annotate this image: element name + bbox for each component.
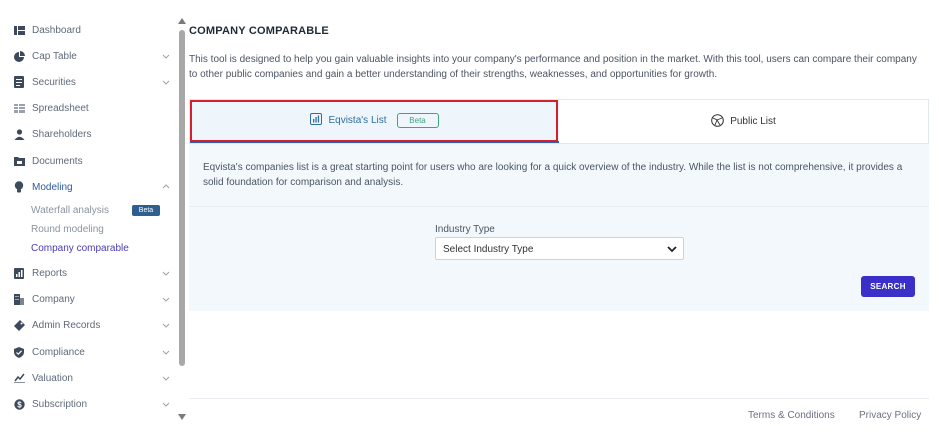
chevron-down-icon: [162, 54, 170, 59]
sidebar-item-label: Securities: [32, 76, 76, 88]
globe-icon: [711, 113, 725, 130]
svg-text:$: $: [17, 400, 22, 409]
scroll-up-arrow-icon[interactable]: [178, 18, 186, 26]
chevron-down-icon: [162, 80, 170, 85]
sidebar-item-label: Spreadsheet: [32, 102, 89, 114]
sidebar-item-label: Reports: [32, 267, 68, 279]
chevron-down-icon: [162, 402, 170, 407]
admin-records-icon: [12, 318, 26, 332]
sidebar-item-spreadsheet[interactable]: Spreadsheet: [0, 97, 178, 119]
sidebar-scrollbar[interactable]: [178, 18, 186, 424]
reports-icon: [12, 266, 26, 280]
tab-public-list[interactable]: Public List: [559, 100, 928, 143]
divider: [189, 206, 929, 207]
valuation-icon: [12, 371, 26, 385]
sidebar-item-securities[interactable]: Securities: [0, 71, 178, 93]
dashboard-icon: [12, 23, 26, 37]
beta-badge: Beta: [396, 113, 439, 128]
user-icon: [12, 127, 26, 141]
sidebar-item-label: Shareholders: [32, 128, 92, 140]
shield-check-icon: [12, 345, 26, 359]
sidebar: Dashboard Cap Table Securities Spreadshe…: [0, 0, 178, 433]
sidebar-item-label: Compliance: [32, 346, 85, 358]
sidebar-item-company[interactable]: Company: [0, 288, 178, 310]
scroll-down-arrow-icon[interactable]: [178, 414, 186, 422]
list-tabs: Eqvista's List Beta Public List: [189, 99, 929, 144]
chevron-down-icon: [162, 297, 170, 302]
sidebar-item-documents[interactable]: Documents: [0, 150, 178, 172]
eqvista-list-panel: Eqvista's companies list is a great star…: [189, 144, 929, 311]
beta-badge: Beta: [132, 205, 160, 216]
intro-text: This tool is designed to help you gain v…: [189, 54, 917, 80]
pie-chart-icon: [12, 49, 26, 63]
tab-label: Public List: [730, 116, 776, 127]
sidebar-item-dashboard[interactable]: Dashboard: [0, 19, 178, 41]
sidebar-subitem-waterfall-analysis[interactable]: Waterfall analysis: [31, 205, 109, 216]
sidebar-item-label: Dashboard: [32, 24, 81, 36]
documents-icon: [12, 154, 26, 168]
lightbulb-icon: [12, 180, 26, 194]
sidebar-item-modeling[interactable]: Modeling: [0, 176, 178, 198]
tab-eqvistas-list[interactable]: Eqvista's List Beta: [190, 100, 559, 143]
select-value: Select Industry Type: [443, 244, 534, 255]
sidebar-item-label: Cap Table: [32, 50, 77, 62]
securities-icon: [12, 75, 26, 89]
sidebar-item-label: Admin Records: [32, 319, 101, 331]
sidebar-subitem-company-comparable[interactable]: Company comparable: [31, 243, 129, 254]
chevron-down-icon: [162, 350, 170, 355]
privacy-link[interactable]: Privacy Policy: [859, 410, 921, 421]
bar-chart-icon: [310, 113, 323, 128]
building-icon: [12, 292, 26, 306]
sidebar-item-cap-table[interactable]: Cap Table: [0, 45, 178, 67]
chevron-down-icon: [162, 271, 170, 276]
sidebar-item-label: Valuation: [32, 372, 73, 384]
spreadsheet-icon: [12, 101, 26, 115]
industry-type-select[interactable]: Select Industry Type: [435, 237, 684, 260]
terms-link[interactable]: Terms & Conditions: [748, 410, 835, 421]
scrollbar-thumb[interactable]: [179, 30, 185, 366]
sidebar-item-label: Documents: [32, 155, 83, 167]
search-button[interactable]: SEARCH: [861, 276, 915, 297]
sidebar-item-label: Modeling: [32, 181, 73, 193]
page-title: COMPANY COMPARABLE: [189, 25, 329, 37]
chevron-down-icon: [162, 376, 170, 381]
panel-description: Eqvista's companies list is a great star…: [203, 162, 903, 188]
sidebar-subitem-round-modeling[interactable]: Round modeling: [31, 224, 104, 235]
sidebar-item-admin-records[interactable]: Admin Records: [0, 314, 178, 336]
sidebar-item-label: Company: [32, 293, 75, 305]
sidebar-item-valuation[interactable]: Valuation: [0, 367, 178, 389]
footer-divider: [189, 398, 929, 399]
sidebar-item-subscription[interactable]: $ Subscription: [0, 393, 178, 415]
chevron-down-icon: [667, 246, 677, 253]
subscription-icon: $: [12, 397, 26, 411]
tab-label: Eqvista's List: [328, 115, 387, 126]
sidebar-item-reports[interactable]: Reports: [0, 262, 178, 284]
chevron-up-icon: [162, 184, 170, 189]
sidebar-item-compliance[interactable]: Compliance: [0, 341, 178, 363]
sidebar-item-label: Subscription: [32, 398, 88, 410]
sidebar-item-shareholders[interactable]: Shareholders: [0, 123, 178, 145]
industry-type-label: Industry Type: [435, 224, 495, 235]
chevron-down-icon: [162, 323, 170, 328]
